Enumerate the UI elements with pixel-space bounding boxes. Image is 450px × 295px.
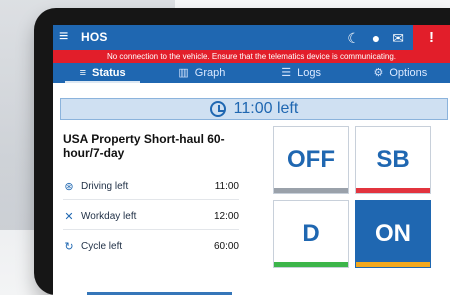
tab-options-label: Options <box>389 66 428 79</box>
status-on-bar <box>356 262 430 267</box>
tab-status-label: Status <box>92 66 126 79</box>
user-icon[interactable]: ● <box>372 30 380 46</box>
tab-logs[interactable]: ☰ Logs <box>252 63 351 83</box>
status-off-bar <box>274 188 348 193</box>
mail-icon[interactable]: ✉ <box>392 30 404 47</box>
tab-status[interactable]: ≡ Status <box>53 63 152 83</box>
tab-graph-label: Graph <box>194 66 226 79</box>
cycle-left-label: Cycle left <box>81 240 123 252</box>
tab-options[interactable]: ⚙ Options <box>351 63 450 83</box>
time-left-text: 11:00 left <box>233 100 299 117</box>
workday-left-label: Workday left <box>81 210 137 222</box>
status-d-bar <box>274 262 348 267</box>
row-divider <box>63 199 239 200</box>
status-sb-bar <box>356 188 430 193</box>
moon-icon[interactable]: ☾ <box>347 30 360 47</box>
logs-icon: ☰ <box>281 66 292 79</box>
driving-left-row: ⊛ Driving left 11:00 <box>63 177 239 195</box>
options-icon: ⚙ <box>373 66 384 79</box>
tab-graph[interactable]: ▥ Graph <box>152 63 251 83</box>
top-icons: ☾ ● ✉ <box>347 29 404 47</box>
list-icon: ≡ <box>79 66 87 79</box>
tab-logs-label: Logs <box>297 66 321 79</box>
workday-left-value: 12:00 <box>213 210 239 222</box>
ruleset-title: USA Property Short-haul 60-hour/7-day <box>63 132 225 160</box>
cycle-left-row: ↻ Cycle left 60:00 <box>63 237 239 255</box>
graph-icon: ▥ <box>178 66 189 79</box>
status-sb-label: SB <box>376 146 410 173</box>
time-left-banner: 11:00 left <box>60 98 448 120</box>
driving-left-label-wrap: ⊛ Driving left <box>63 180 129 193</box>
timer-icon <box>209 101 226 117</box>
status-off-label: OFF <box>287 146 335 173</box>
alert-icon[interactable]: ! <box>413 25 450 50</box>
workday-left-label-wrap: ✕ Workday left <box>63 210 137 223</box>
status-on-button[interactable]: ON <box>355 200 431 268</box>
status-d-label: D <box>302 220 320 247</box>
tools-icon: ✕ <box>64 210 74 223</box>
driving-left-label: Driving left <box>81 180 129 192</box>
status-off-button[interactable]: OFF <box>273 126 349 194</box>
steering-wheel-icon: ⊛ <box>64 180 74 193</box>
status-d-button[interactable]: D <box>273 200 349 268</box>
ruleset-panel: USA Property Short-haul 60-hour/7-day ⊛ … <box>53 123 246 295</box>
top-bar: ≡ HOS ☾ ● ✉ ! <box>53 25 450 50</box>
status-sb-button[interactable]: SB <box>355 126 431 194</box>
row-divider <box>63 229 239 230</box>
cycle-left-value: 60:00 <box>213 240 239 252</box>
app-title: HOS <box>81 30 108 44</box>
connection-warning: No connection to the vehicle. Ensure tha… <box>53 50 450 63</box>
workday-left-row: ✕ Workday left 12:00 <box>63 207 239 225</box>
alert-symbol: ! <box>429 29 434 46</box>
driving-left-value: 11:00 <box>214 180 239 192</box>
menu-icon[interactable]: ≡ <box>59 28 79 46</box>
cycle-left-label-wrap: ↻ Cycle left <box>63 240 123 253</box>
main-tabs: ≡ Status ▥ Graph ☰ Logs ⚙ Options <box>53 63 450 83</box>
app-screen: ≡ HOS ☾ ● ✉ ! No connection to the vehic… <box>53 25 450 295</box>
cycle-icon: ↻ <box>64 240 74 253</box>
status-on-label: ON <box>375 220 411 247</box>
